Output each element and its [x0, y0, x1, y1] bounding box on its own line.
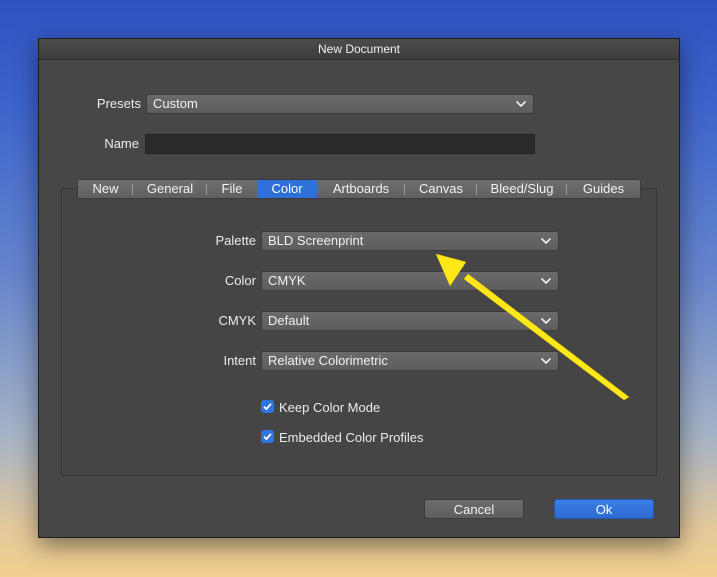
color-label: Color: [224, 273, 256, 288]
chevron-down-icon: [515, 100, 527, 108]
cancel-button[interactable]: Cancel: [424, 499, 524, 519]
presets-value: Custom: [153, 96, 198, 111]
tab-canvas[interactable]: Canvas: [405, 180, 477, 198]
tab-bar: New General File Color Artboards Canvas …: [77, 179, 641, 199]
tab-new[interactable]: New: [78, 180, 133, 198]
new-document-dialog: New Document Presets Custom Name New Gen…: [38, 38, 680, 538]
tab-color[interactable]: Color: [257, 180, 317, 198]
embedded-color-profiles-checkbox[interactable]: [261, 430, 274, 444]
keep-color-mode-label: Keep Color Mode: [279, 399, 381, 415]
presets-label: Presets: [96, 96, 141, 111]
name-label: Name: [104, 136, 139, 151]
intent-value: Relative Colorimetric: [268, 353, 388, 368]
cmyk-select[interactable]: Default: [261, 311, 559, 331]
presets-select[interactable]: Custom: [146, 94, 534, 114]
tab-general[interactable]: General: [133, 180, 207, 198]
chevron-down-icon: [540, 357, 552, 365]
color-value: CMYK: [268, 273, 306, 288]
tab-bleed-slug[interactable]: Bleed/Slug: [477, 180, 567, 198]
chevron-down-icon: [540, 277, 552, 285]
ok-button[interactable]: Ok: [554, 499, 654, 519]
chevron-down-icon: [540, 317, 552, 325]
checkmark-icon: [263, 403, 272, 411]
cmyk-value: Default: [268, 313, 310, 328]
palette-select[interactable]: BLD Screenprint: [261, 231, 559, 251]
tab-file[interactable]: File: [207, 180, 257, 198]
palette-label: Palette: [215, 233, 256, 248]
embedded-color-profiles-label: Embedded Color Profiles: [279, 429, 424, 445]
keep-color-mode-row[interactable]: Keep Color Mode: [261, 399, 380, 415]
dialog-title: New Document: [39, 39, 679, 60]
intent-select[interactable]: Relative Colorimetric: [261, 351, 559, 371]
keep-color-mode-checkbox[interactable]: [261, 400, 274, 414]
chevron-down-icon: [540, 237, 552, 245]
cmyk-label: CMYK: [218, 313, 256, 328]
name-input[interactable]: [145, 134, 535, 154]
intent-label: Intent: [223, 353, 256, 368]
tab-guides[interactable]: Guides: [567, 180, 640, 198]
tab-artboards[interactable]: Artboards: [317, 180, 405, 198]
embedded-color-profiles-row[interactable]: Embedded Color Profiles: [261, 429, 424, 445]
color-select[interactable]: CMYK: [261, 271, 559, 291]
checkmark-icon: [263, 433, 272, 441]
palette-value: BLD Screenprint: [268, 233, 364, 248]
